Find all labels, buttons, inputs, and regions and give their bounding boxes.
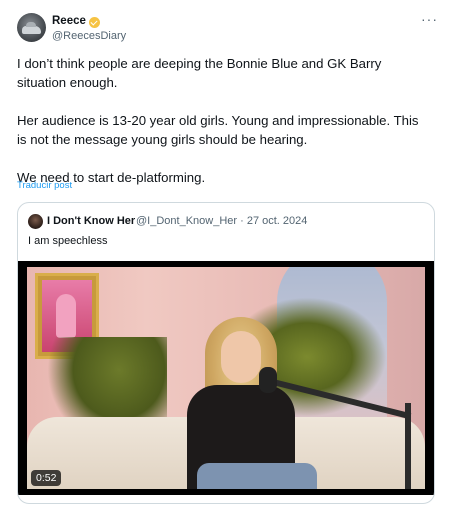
post-text: I don’t think people are deeping the Bon… xyxy=(17,54,429,187)
author-handle[interactable]: @ReecesDiary xyxy=(52,30,126,42)
video-duration-badge: 0:52 xyxy=(31,470,62,486)
quoted-author-meta: @I_Dont_Know_Her · 27 oct. 2024 xyxy=(136,215,308,227)
quoted-author-avatar[interactable] xyxy=(28,214,43,229)
post-paragraph-2: Her audience is 13-20 year old girls. Yo… xyxy=(17,113,419,147)
microphone-stand xyxy=(405,403,411,489)
quoted-post-text: I am speechless xyxy=(28,235,108,247)
post-paragraph-3: We need to start de-platforming. xyxy=(17,170,206,185)
quoted-post[interactable]: I Don't Know Her @I_Dont_Know_Her · 27 o… xyxy=(17,202,435,504)
quoted-author-name[interactable]: I Don't Know Her xyxy=(47,215,135,227)
person-face xyxy=(221,331,261,383)
post-paragraph-1: I don’t think people are deeping the Bon… xyxy=(17,56,382,90)
person-jeans xyxy=(197,463,317,489)
post: Reece @ReecesDiary ··· I don’t think peo… xyxy=(0,0,450,506)
author-name[interactable]: Reece xyxy=(52,15,86,27)
translate-post-link[interactable]: Traducir post xyxy=(17,180,72,191)
microphone xyxy=(259,367,277,393)
more-options-icon[interactable]: ··· xyxy=(421,12,438,26)
video-thumbnail xyxy=(27,267,425,489)
verified-badge-icon[interactable] xyxy=(89,17,100,28)
video-player[interactable]: 0:52 xyxy=(18,261,434,495)
author-avatar[interactable] xyxy=(17,13,46,42)
